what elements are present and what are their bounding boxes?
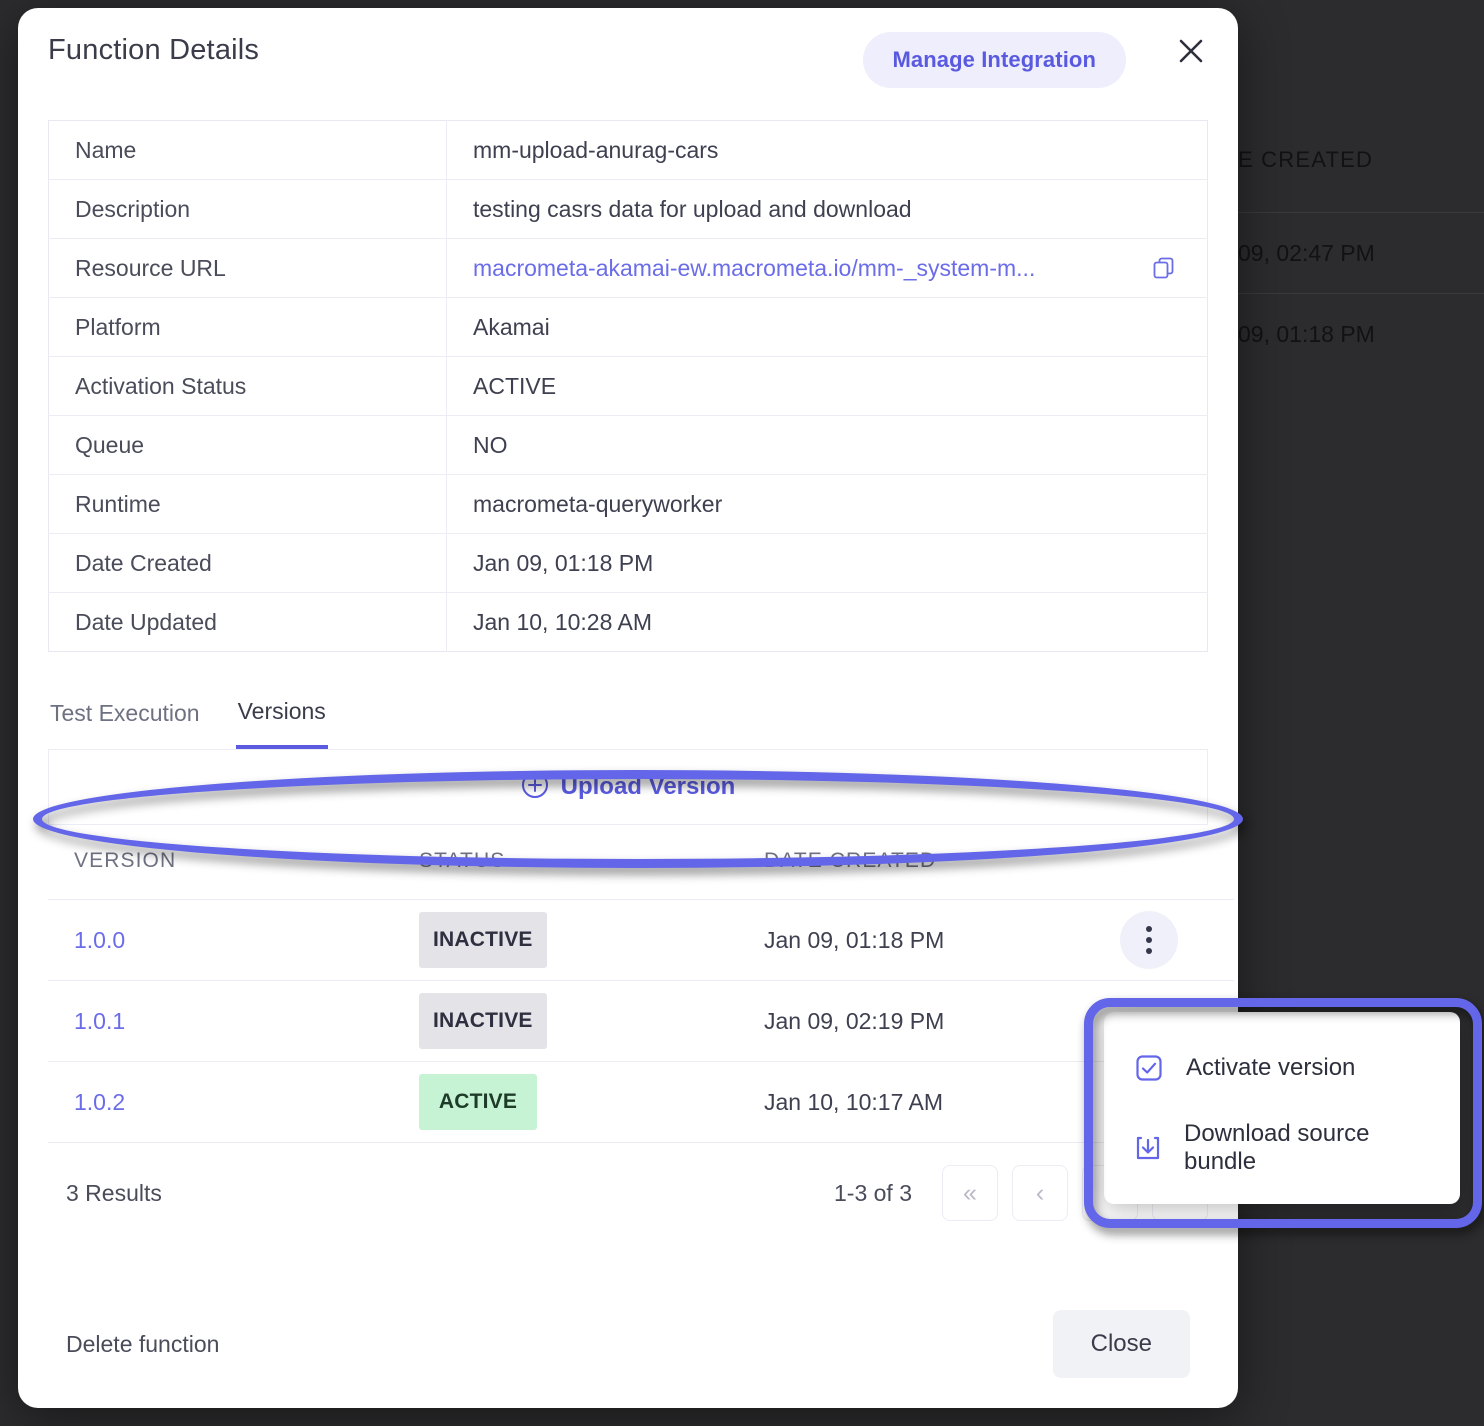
function-details-table: Name mm-upload-anurag-cars Description t… — [48, 120, 1208, 652]
detail-value: Jan 10, 10:28 AM — [447, 593, 1208, 652]
background-column-header: E CREATED — [1238, 108, 1484, 212]
table-row: Runtime macrometa-queryworker — [49, 475, 1208, 534]
status-badge: INACTIVE — [419, 993, 547, 1049]
menu-item-label: Download source bundle — [1184, 1120, 1430, 1176]
detail-value: testing casrs data for upload and downlo… — [447, 180, 1208, 239]
detail-key: Name — [49, 121, 447, 180]
version-date-created: Jan 09, 01:18 PM — [764, 900, 1094, 981]
row-context-menu: Activate version Download source bundle — [1104, 1012, 1460, 1204]
row-actions-menu-icon[interactable] — [1120, 911, 1178, 969]
detail-value-resource-url: macrometa-akamai-ew.macrometa.io/mm-_sys… — [447, 239, 1208, 298]
table-row: Platform Akamai — [49, 298, 1208, 357]
version-link[interactable]: 1.0.2 — [74, 1089, 125, 1115]
delete-function-link[interactable]: Delete function — [66, 1331, 219, 1358]
detail-key: Queue — [49, 416, 447, 475]
detail-key: Activation Status — [49, 357, 447, 416]
table-row: 1.0.0 INACTIVE Jan 09, 01:18 PM — [48, 900, 1234, 981]
prev-page-button[interactable]: ‹ — [1012, 1165, 1068, 1221]
pagination-range: 1-3 of 3 — [834, 1180, 912, 1207]
detail-key: Platform — [49, 298, 447, 357]
plus-circle-icon — [521, 771, 549, 804]
versions-table-header: VERSION STATUS DATE CREATED — [48, 825, 1234, 900]
detail-value: NO — [447, 416, 1208, 475]
page-title: Function Details — [48, 34, 259, 67]
upload-version-button[interactable]: Upload Version — [48, 750, 1208, 825]
table-row: Resource URL macrometa-akamai-ew.macrome… — [49, 239, 1208, 298]
table-row: 1.0.1 INACTIVE Jan 09, 02:19 PM — [48, 981, 1234, 1062]
detail-key: Runtime — [49, 475, 447, 534]
version-link[interactable]: 1.0.1 — [74, 1008, 125, 1034]
modal-header: Function Details Manage Integration — [18, 8, 1238, 114]
detail-key: Resource URL — [49, 239, 447, 298]
background-table-row: 09, 02:47 PM — [1238, 212, 1484, 293]
resource-url-link[interactable]: macrometa-akamai-ew.macrometa.io/mm-_sys… — [473, 255, 1035, 282]
function-details-modal: Function Details Manage Integration Name… — [18, 8, 1238, 1408]
copy-icon[interactable] — [1151, 255, 1181, 281]
detail-key: Date Updated — [49, 593, 447, 652]
table-row: Date Created Jan 09, 01:18 PM — [49, 534, 1208, 593]
table-row: 1.0.2 ACTIVE Jan 10, 10:17 AM — [48, 1062, 1234, 1143]
column-header-status: STATUS — [419, 825, 764, 900]
results-bar: 3 Results 1-3 of 3 « ‹ › » — [48, 1143, 1208, 1243]
checkbox-checked-icon — [1134, 1054, 1164, 1082]
detail-value: Jan 09, 01:18 PM — [447, 534, 1208, 593]
results-count: 3 Results — [48, 1180, 162, 1207]
versions-table: VERSION STATUS DATE CREATED 1.0.0 INACTI… — [48, 825, 1234, 1143]
detail-value: Akamai — [447, 298, 1208, 357]
detail-value: mm-upload-anurag-cars — [447, 121, 1208, 180]
detail-value: ACTIVE — [447, 357, 1208, 416]
close-button[interactable]: Close — [1053, 1310, 1190, 1378]
table-row: Queue NO — [49, 416, 1208, 475]
menu-item-activate-version[interactable]: Activate version — [1104, 1028, 1460, 1108]
table-row: Description testing casrs data for uploa… — [49, 180, 1208, 239]
first-page-button[interactable]: « — [942, 1165, 998, 1221]
version-date-created: Jan 09, 02:19 PM — [764, 981, 1094, 1062]
version-link[interactable]: 1.0.0 — [74, 927, 125, 953]
table-row: Date Updated Jan 10, 10:28 AM — [49, 593, 1208, 652]
manage-integration-button[interactable]: Manage Integration — [863, 32, 1127, 88]
detail-value: macrometa-queryworker — [447, 475, 1208, 534]
background-table-row: 09, 01:18 PM — [1238, 293, 1484, 374]
menu-item-download-source-bundle[interactable]: Download source bundle — [1104, 1108, 1460, 1188]
detail-key: Description — [49, 180, 447, 239]
table-row: Name mm-upload-anurag-cars — [49, 121, 1208, 180]
upload-version-label: Upload Version — [561, 773, 736, 801]
detail-key: Date Created — [49, 534, 447, 593]
version-date-created: Jan 10, 10:17 AM — [764, 1062, 1094, 1143]
column-header-date-created: DATE CREATED — [764, 825, 1094, 900]
status-badge: ACTIVE — [419, 1074, 537, 1130]
status-badge: INACTIVE — [419, 912, 547, 968]
tab-test-execution[interactable]: Test Execution — [48, 698, 202, 749]
table-row: Activation Status ACTIVE — [49, 357, 1208, 416]
menu-item-label: Activate version — [1186, 1054, 1355, 1082]
column-header-actions — [1094, 825, 1234, 900]
tab-versions[interactable]: Versions — [236, 698, 328, 749]
close-icon[interactable] — [1168, 28, 1214, 74]
column-header-version: VERSION — [48, 825, 419, 900]
background-table: E CREATED 09, 02:47 PM 09, 01:18 PM — [1238, 108, 1484, 374]
modal-tabs: Test Execution Versions — [48, 698, 1208, 750]
download-icon — [1134, 1134, 1162, 1162]
modal-footer: Delete function Close — [18, 1280, 1238, 1408]
